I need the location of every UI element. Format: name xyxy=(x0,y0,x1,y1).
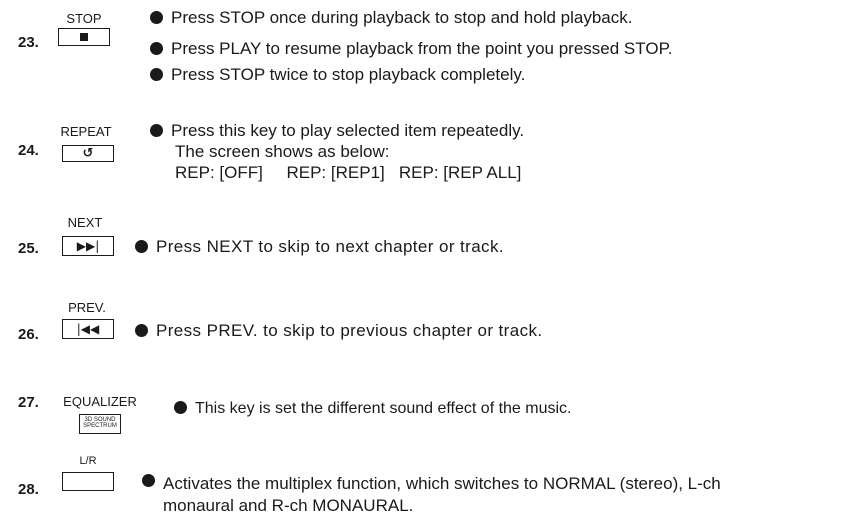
instruction-line: This key is set the different sound effe… xyxy=(174,398,572,419)
equalizer-key-button: 3D SOUND SPECTRUM xyxy=(79,414,121,434)
previous-icon: |◀◀ xyxy=(76,322,100,336)
instruction-line: Press PLAY to resume playback from the p… xyxy=(150,38,672,59)
equalizer-key-caption-line: SPECTRUM xyxy=(83,423,117,429)
item-number: 25. xyxy=(18,240,39,257)
instruction-line: monaural and R-ch MONAURAL. xyxy=(163,496,414,515)
instruction-line: Press NEXT to skip to next chapter or tr… xyxy=(135,236,504,257)
bullet-icon xyxy=(142,474,155,487)
item-number: 28. xyxy=(18,481,39,498)
bullet-icon xyxy=(150,124,163,137)
repeat-modes-line: REP: [OFF] REP: [REP1] REP: [REP ALL] xyxy=(175,163,522,182)
bullet-icon xyxy=(135,240,148,253)
next-key-label: NEXT xyxy=(67,215,103,230)
bullet-icon xyxy=(150,42,163,55)
stop-key-label: STOP xyxy=(66,11,102,26)
bullet-icon xyxy=(174,401,187,414)
prev-key-button: |◀◀ xyxy=(62,319,114,339)
instruction-line: The screen shows as below: xyxy=(175,142,390,161)
bullet-icon xyxy=(135,324,148,337)
repeat-key-button: ↺ xyxy=(62,145,114,162)
item-number: 24. xyxy=(18,142,39,159)
repeat-icon: ↺ xyxy=(82,146,94,161)
equalizer-key-label: EQUALIZER xyxy=(63,394,137,409)
instruction-line: Press PREV. to skip to previous chapter … xyxy=(135,320,543,341)
stop-icon xyxy=(80,33,88,41)
stop-key-button xyxy=(58,28,110,46)
bullet-icon xyxy=(150,68,163,81)
lr-key-label: L/R xyxy=(79,455,97,467)
item-number: 26. xyxy=(18,326,39,343)
lr-key-button xyxy=(62,472,114,491)
bullet-icon xyxy=(150,11,163,24)
instruction-line: Press STOP once during playback to stop … xyxy=(150,7,632,28)
item-number: 23. xyxy=(18,34,39,51)
next-icon: ▶▶| xyxy=(76,239,100,253)
prev-key-label: PREV. xyxy=(68,300,106,315)
next-key-button: ▶▶| xyxy=(62,236,114,256)
instruction-line: Press STOP twice to stop playback comple… xyxy=(150,64,525,85)
instruction-line: Activates the multiplex function, which … xyxy=(142,473,721,494)
instruction-line: Press this key to play selected item rep… xyxy=(150,120,524,141)
item-number: 27. xyxy=(18,394,39,411)
repeat-key-label: REPEAT xyxy=(60,124,112,139)
